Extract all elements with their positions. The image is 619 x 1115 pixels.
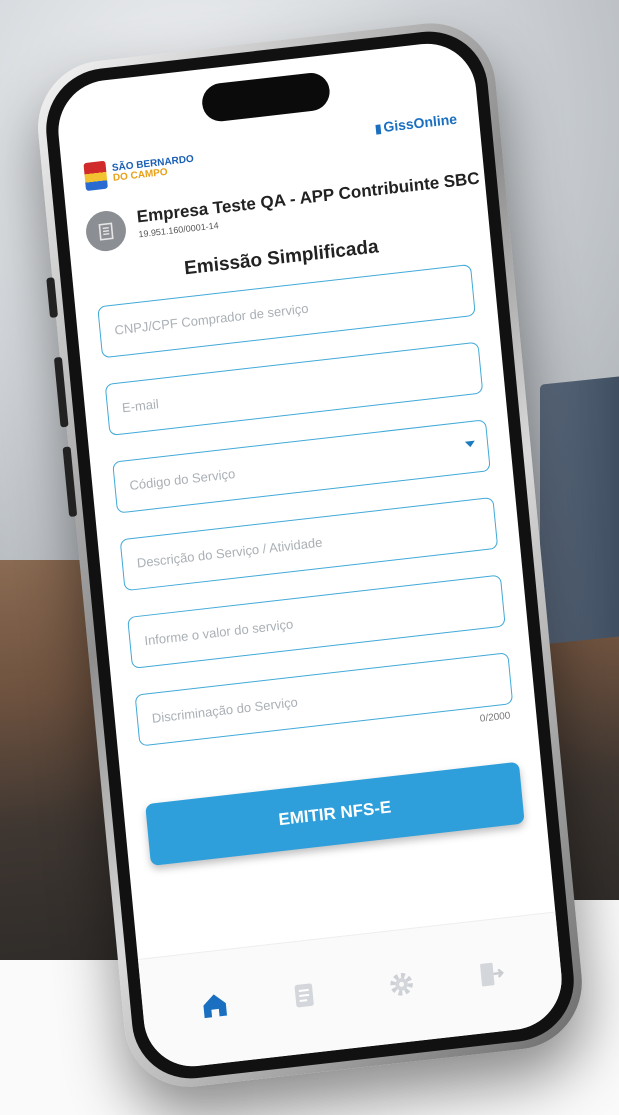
cnpj-cpf-placeholder: CNPJ/CPF Comprador de serviço [113,300,310,338]
app-screen: SÃO BERNARDO DO CAMPO ▮GissOnline Empres… [53,38,567,1072]
gissonline-logo-text: GissOnline [382,110,458,135]
service-code-select[interactable]: Código do Serviço [112,419,491,514]
chevron-down-icon[interactable] [464,440,476,448]
bottom-navigation [137,911,567,1072]
service-code-placeholder: Código do Serviço [128,466,236,493]
city-logo: SÃO BERNARDO DO CAMPO [83,151,195,192]
home-icon [203,994,228,1019]
gear-icon [390,973,413,996]
nav-settings[interactable] [380,962,424,1006]
gissonline-logo: ▮GissOnline [374,110,458,136]
background-monitor [540,375,619,645]
phone-device: SÃO BERNARDO DO CAMPO ▮GissOnline Empres… [32,16,588,1094]
logout-icon [480,962,504,987]
company-avatar[interactable] [84,208,128,254]
nav-documents[interactable] [282,973,326,1017]
signal-bars-icon: ▮ [374,121,383,136]
document-icon [294,983,314,1008]
nav-home[interactable] [193,983,237,1027]
dynamic-island [200,70,332,124]
service-value-input[interactable]: Informe o valor do serviço [127,574,506,669]
city-crest-icon [83,160,108,192]
character-counter: 0/2000 [479,710,511,725]
email-placeholder: E-mail [121,396,160,416]
service-discrimination-input[interactable]: Discriminação do Serviço [134,652,514,747]
email-input[interactable]: E-mail [104,341,484,436]
service-description-placeholder: Descrição do Serviço / Atividade [136,534,323,571]
emit-nfse-button[interactable]: EMITIR NFS-E [145,761,525,866]
service-value-placeholder: Informe o valor do serviço [143,616,294,649]
nav-logout[interactable] [469,952,513,996]
building-icon [98,222,114,241]
phone-bezel: SÃO BERNARDO DO CAMPO ▮GissOnline Empres… [40,25,580,1085]
service-description-input[interactable]: Descrição do Serviço / Atividade [119,496,499,592]
service-discrimination-placeholder: Discriminação do Serviço [151,694,299,726]
